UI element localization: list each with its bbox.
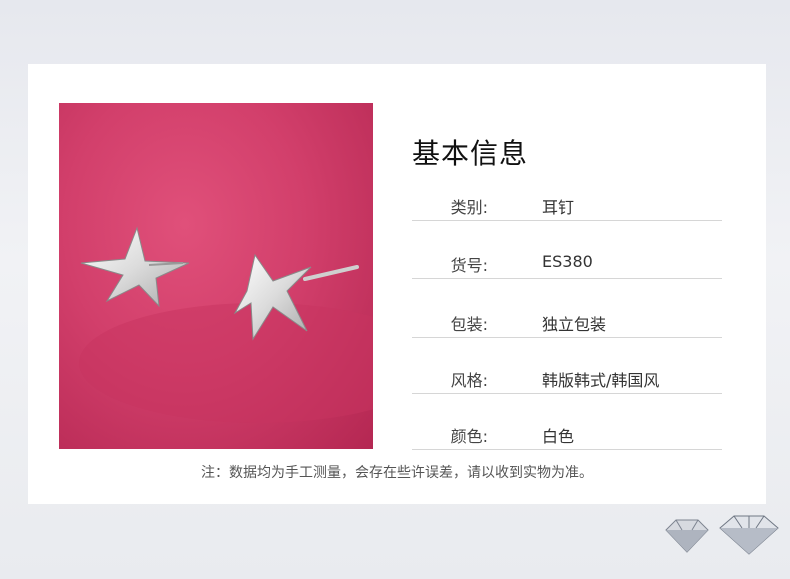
diamond-decoration bbox=[660, 512, 790, 561]
row-label: 风格: bbox=[450, 371, 488, 390]
row-label: 货号: bbox=[450, 256, 488, 275]
row-value: 独立包装 bbox=[542, 315, 607, 334]
info-row-item-number: 货号: ES380 bbox=[412, 248, 722, 279]
measurement-note: 注：数据均为手工测量，会存在些许误差，请以收到实物为准。 bbox=[201, 465, 593, 481]
row-label: 类别: bbox=[450, 198, 488, 217]
diamond-icon bbox=[665, 519, 709, 553]
diamond-icon bbox=[719, 515, 779, 555]
row-label: 包装: bbox=[450, 315, 488, 334]
info-row-category: 类别: 耳钉 bbox=[412, 190, 722, 221]
row-value: 耳钉 bbox=[542, 198, 575, 217]
info-row-style: 风格: 韩版韩式/韩国风 bbox=[412, 363, 722, 394]
product-photo bbox=[59, 103, 373, 449]
left-star-earring bbox=[80, 226, 190, 308]
info-row-packaging: 包装: 独立包装 bbox=[412, 307, 722, 338]
row-value: 韩版韩式/韩国风 bbox=[542, 371, 660, 390]
row-label: 颜色: bbox=[450, 427, 488, 446]
row-value: 白色 bbox=[542, 427, 575, 446]
row-value: ES380 bbox=[542, 252, 593, 271]
info-row-color: 颜色: 白色 bbox=[412, 419, 722, 450]
star-earrings-image bbox=[79, 226, 373, 423]
section-title: 基本信息 bbox=[412, 137, 529, 170]
info-card: 基本信息 类别: 耳钉 货号: ES380 包装: 独立包装 风格: 韩版韩式/… bbox=[28, 64, 766, 504]
